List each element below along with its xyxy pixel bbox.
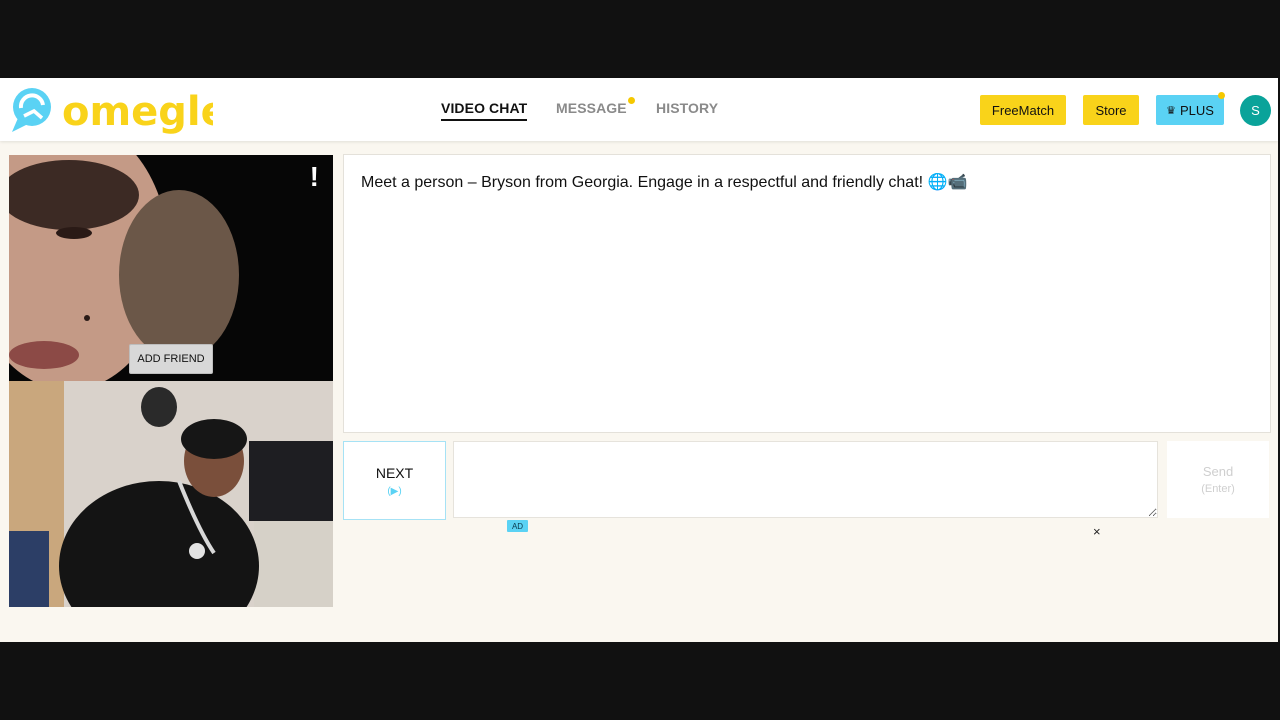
- stranger-video: ! ADD FRIEND: [9, 155, 333, 381]
- svg-text:omegle: omegle: [62, 89, 213, 135]
- add-friend-button[interactable]: ADD FRIEND: [129, 344, 213, 374]
- self-video-frame: [9, 381, 333, 607]
- chat-bubble-logo-icon: [12, 88, 51, 132]
- freematch-button[interactable]: FreeMatch: [980, 95, 1066, 125]
- chat-log: Meet a person – Bryson from Georgia. Eng…: [343, 154, 1271, 433]
- self-video: [9, 381, 333, 607]
- plus-button-label: PLUS: [1179, 102, 1214, 118]
- notification-dot: [627, 97, 635, 104]
- omegle-logo[interactable]: omegle: [8, 85, 213, 135]
- next-button-label: NEXT: [375, 464, 414, 481]
- user-avatar[interactable]: S: [1240, 95, 1271, 126]
- next-shortcut-hint: (▶): [387, 485, 402, 497]
- plus-button[interactable]: ♛ PLUS: [1156, 92, 1225, 125]
- ad-close-icon[interactable]: ×: [1093, 524, 1101, 539]
- app-window: omegle VIDEO CHAT MESSAGE HISTORY FreeMa…: [0, 78, 1278, 642]
- send-button[interactable]: Send (Enter): [1167, 441, 1269, 518]
- send-button-label: Send: [1202, 464, 1234, 479]
- crown-icon: ♛: [1166, 104, 1176, 117]
- tab-video-chat[interactable]: VIDEO CHAT: [441, 100, 528, 121]
- report-button[interactable]: !: [310, 161, 319, 193]
- ad-badge: AD: [507, 520, 528, 532]
- tab-history[interactable]: HISTORY: [656, 100, 718, 116]
- top-navigation-bar: omegle VIDEO CHAT MESSAGE HISTORY FreeMa…: [0, 78, 1278, 141]
- tab-message-label: MESSAGE: [556, 100, 627, 116]
- send-shortcut-hint: (Enter): [1201, 483, 1235, 495]
- tab-message[interactable]: MESSAGE: [556, 97, 635, 116]
- next-button[interactable]: NEXT (▶): [343, 441, 446, 520]
- chat-system-message: Meet a person – Bryson from Georgia. Eng…: [361, 174, 968, 191]
- message-input[interactable]: [453, 441, 1158, 518]
- store-button[interactable]: Store: [1083, 95, 1139, 125]
- notification-dot: [1218, 92, 1225, 99]
